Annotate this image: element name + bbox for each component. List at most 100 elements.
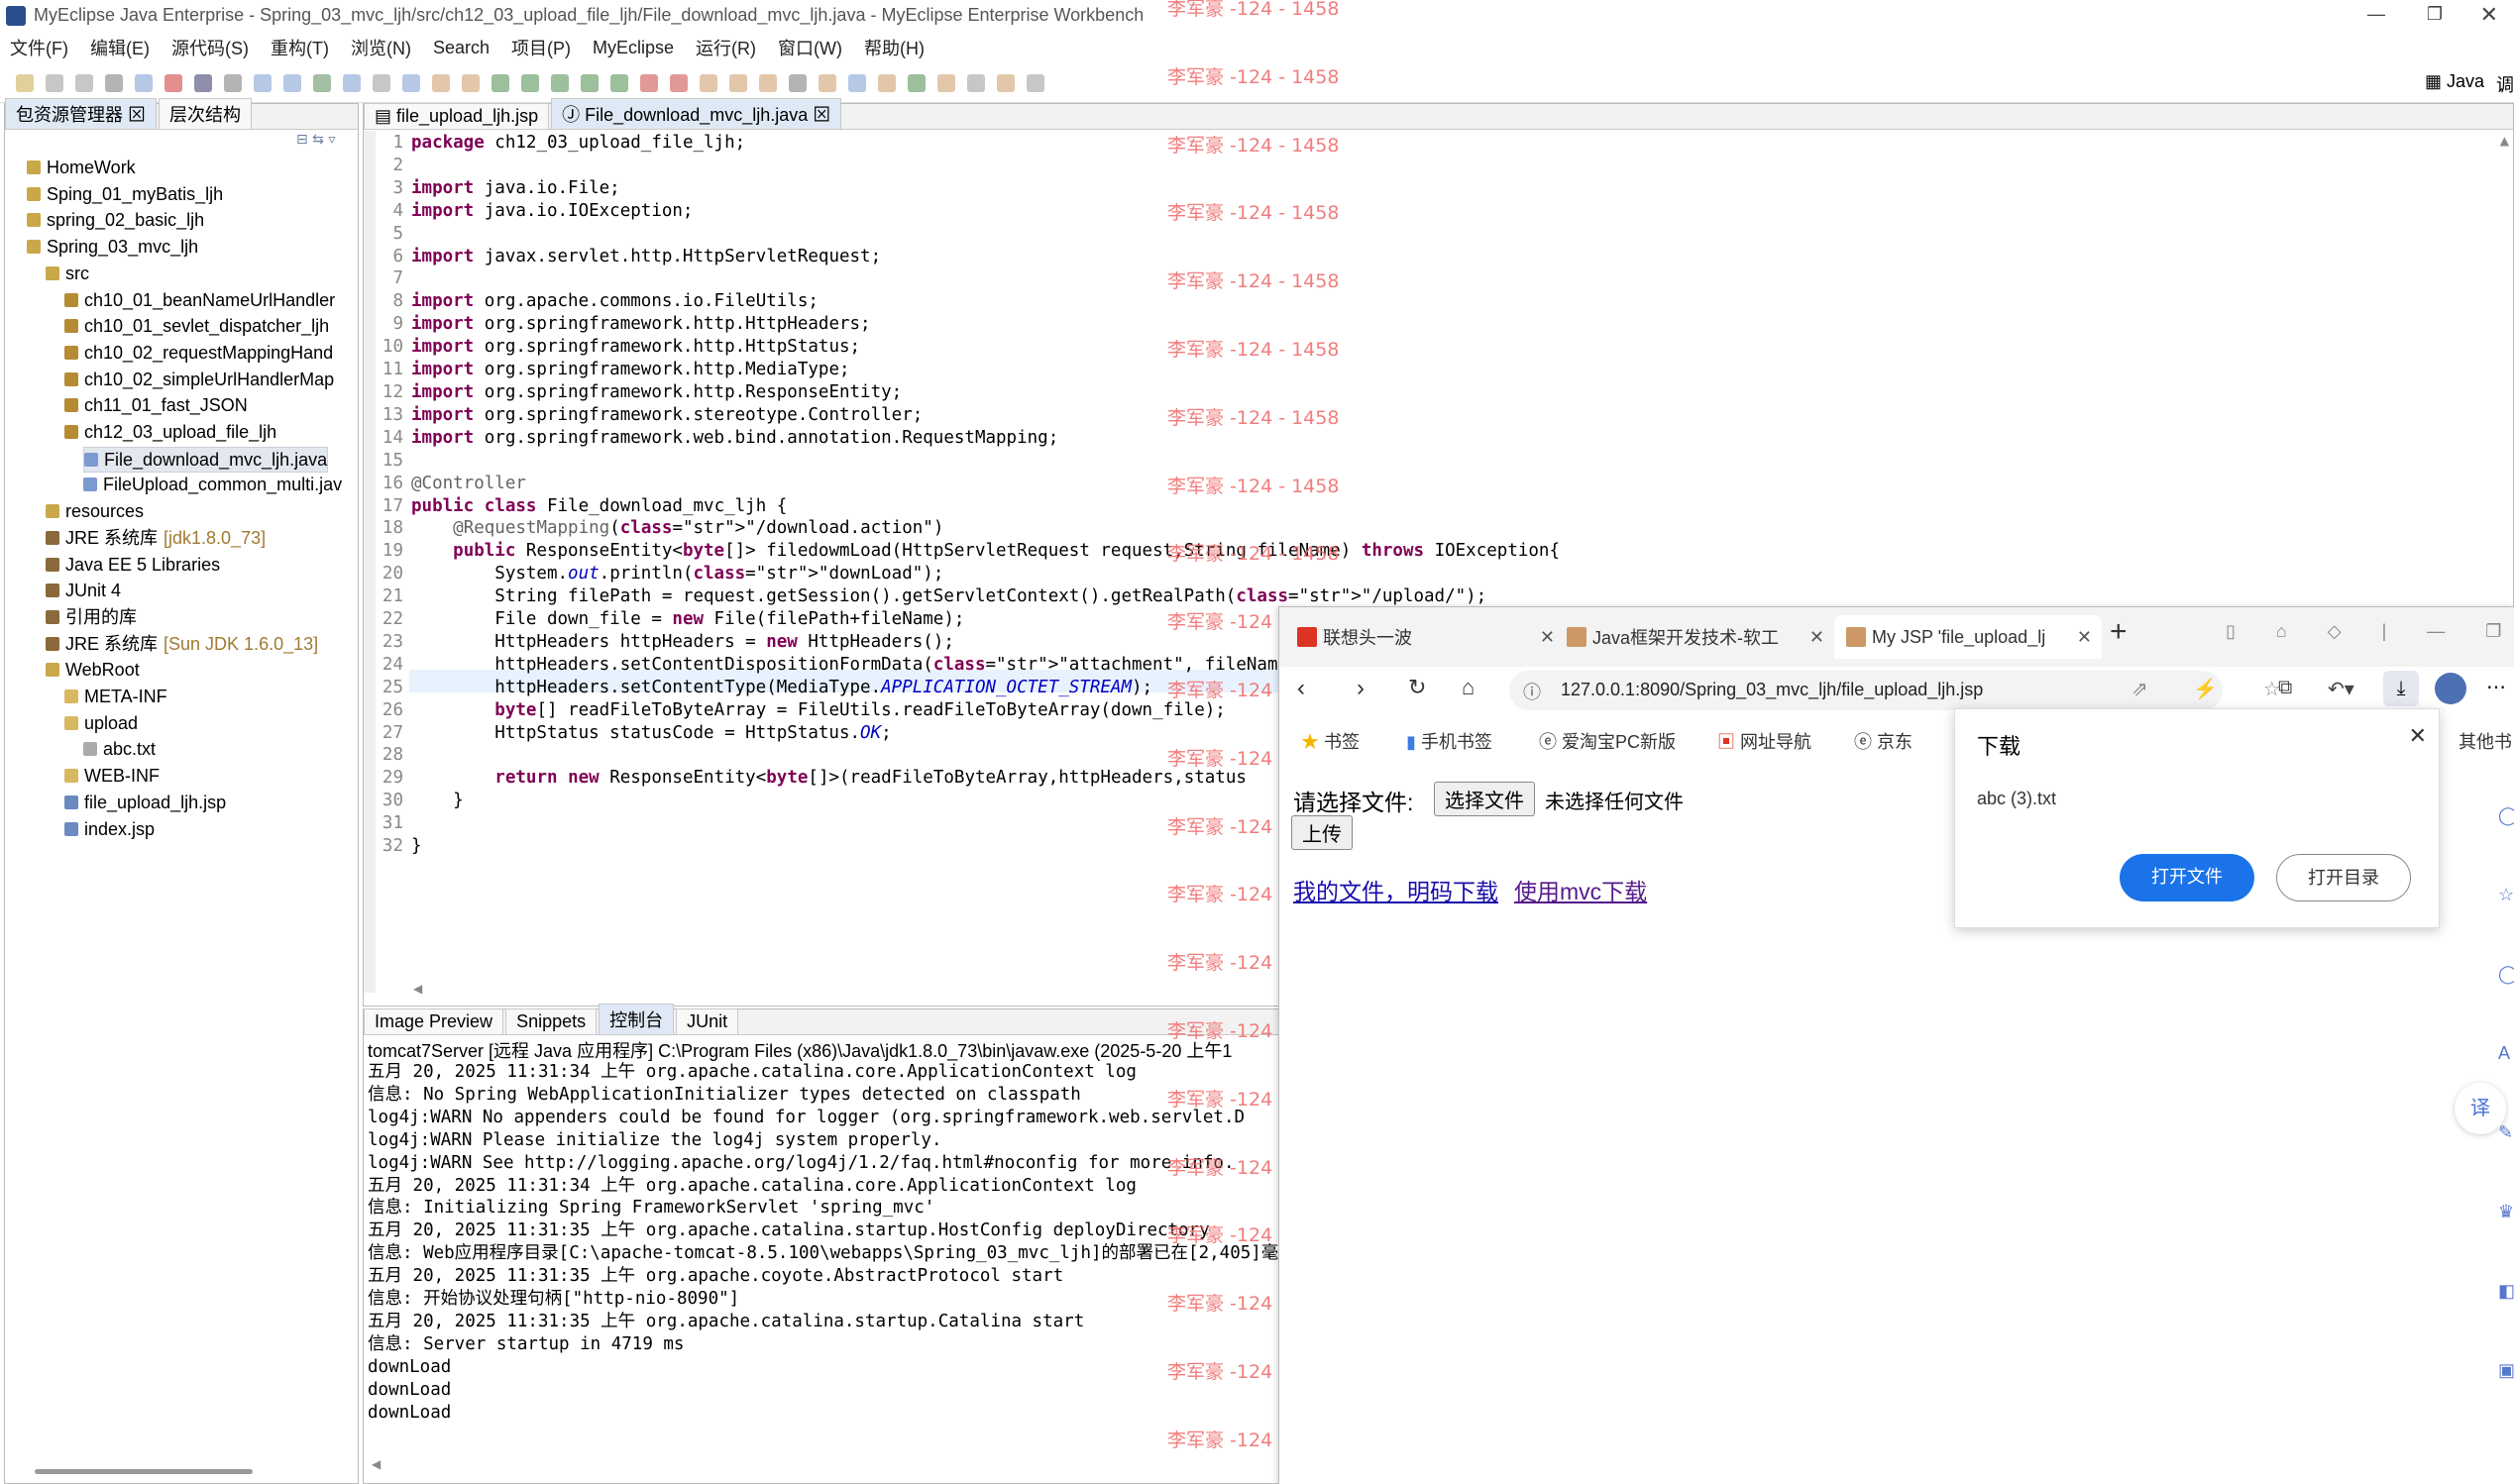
menu-item-8[interactable]: 运行(R)	[696, 35, 756, 60]
toolbar-tool-icon[interactable]	[670, 73, 688, 92]
open-file-button[interactable]: 打开文件	[2120, 854, 2254, 901]
code-line[interactable]: import org.springframework.http.HttpStat…	[411, 336, 1640, 359]
tree-item[interactable]: file_upload_ljh.jsp	[64, 791, 226, 814]
menu-item-3[interactable]: 重构(T)	[271, 35, 329, 60]
tree-item[interactable]: ch10_01_sevlet_dispatcher_ljh	[64, 314, 329, 338]
code-line[interactable]: public class File_download_mvc_ljh {	[411, 495, 1640, 518]
toolbar-tool-icon[interactable]	[224, 73, 242, 92]
home-icon[interactable]: ⌂	[1462, 675, 1475, 700]
code-line[interactable]: import org.springframework.stereotype.Co…	[411, 404, 1640, 427]
code-line[interactable]: import org.springframework.web.bind.anno…	[411, 427, 1640, 450]
download-link-mvc[interactable]: 使用mvc下载	[1514, 873, 1647, 906]
new-tab-icon[interactable]: +	[2110, 615, 2128, 649]
extensions-icon[interactable]: ⧉	[2278, 677, 2292, 699]
toolbar-tool-icon[interactable]	[105, 73, 123, 92]
tree-item[interactable]: upload	[64, 711, 138, 735]
console-output[interactable]: 五月 20, 2025 11:31:34 上午 org.apache.catal…	[368, 1061, 1279, 1425]
toolbar-tool-icon[interactable]	[878, 73, 896, 92]
toolbar-tool-icon[interactable]	[16, 73, 34, 92]
toolbar-tool-icon[interactable]	[789, 73, 807, 92]
code-line[interactable]: package ch12_03_upload_file_ljh;	[411, 132, 1640, 155]
undo-icon[interactable]: ↶▾	[2328, 677, 2354, 701]
toolbar-tool-icon[interactable]	[1027, 73, 1044, 92]
menu-item-6[interactable]: 项目(P)	[511, 35, 571, 60]
download-link-plain[interactable]: 我的文件，明码下载	[1293, 873, 1498, 906]
code-line[interactable]	[411, 267, 1640, 290]
tab-close-icon[interactable]: ✕	[1540, 627, 1555, 648]
tab-close-icon[interactable]: ✕	[2077, 627, 2092, 648]
tree-item[interactable]: 引用的库	[46, 605, 137, 629]
toolbar-tool-icon[interactable]	[46, 73, 63, 92]
toolbar-tool-icon[interactable]	[610, 73, 628, 92]
console-tab-1[interactable]: Snippets	[505, 1008, 598, 1034]
code-line[interactable]: import java.io.File;	[411, 177, 1640, 200]
toolbar-tool-icon[interactable]	[967, 73, 985, 92]
open-folder-button[interactable]: 打开目录	[2276, 854, 2411, 901]
toolbar-tool-icon[interactable]	[700, 73, 717, 92]
toolbar-tool-icon[interactable]	[313, 73, 331, 92]
code-line[interactable]: import org.springframework.http.HttpHead…	[411, 313, 1640, 336]
toolbar-tool-icon[interactable]	[164, 73, 182, 92]
tree-item[interactable]: resources	[46, 499, 144, 523]
menu-item-0[interactable]: 文件(F)	[10, 35, 68, 60]
forward-icon[interactable]: ›	[1357, 675, 1365, 702]
code-line[interactable]	[411, 223, 1640, 246]
bookmark-1[interactable]: ★ 书签	[1301, 728, 1360, 754]
tree-item[interactable]: Spring_03_mvc_ljh	[27, 235, 198, 259]
avatar[interactable]	[2435, 673, 2466, 704]
upload-button[interactable]: 上传	[1291, 815, 1353, 850]
tree-item[interactable]: JRE 系统库 [jdk1.8.0_73]	[46, 526, 266, 550]
menu-item-7[interactable]: MyEclipse	[593, 38, 674, 58]
toolbar-tool-icon[interactable]	[581, 73, 599, 92]
scroll-up-icon[interactable]: ▲	[2500, 134, 2509, 148]
browser-tab-1[interactable]: 联想头一波 ✕	[1297, 615, 1565, 659]
download-close-icon[interactable]: ✕	[2409, 723, 2427, 749]
toolbar-tool-icon[interactable]	[908, 73, 926, 92]
url-text[interactable]: 127.0.0.1:8090/Spring_03_mvc_ljh/file_up…	[1561, 680, 1983, 700]
more-icon[interactable]: ⋯	[2486, 675, 2506, 699]
tree-item[interactable]: META-INF	[64, 685, 167, 708]
tree-item[interactable]: JUnit 4	[46, 579, 121, 602]
bookmark-5[interactable]: ⓔ 京东	[1854, 728, 1913, 754]
address-actions[interactable]: ⇗ ⚡ ☆	[2131, 677, 2301, 701]
toolbar-tool-icon[interactable]	[551, 73, 569, 92]
toolbar-tool-icon[interactable]	[819, 73, 836, 92]
tree-item[interactable]: ch10_02_requestMappingHand	[64, 341, 333, 365]
toolbar-tool-icon[interactable]	[254, 73, 272, 92]
toolbar-tool-icon[interactable]	[937, 73, 955, 92]
code-line[interactable]	[411, 155, 1640, 177]
toolbar-tool-icon[interactable]	[848, 73, 866, 92]
horizontal-scrollbar[interactable]	[35, 1469, 253, 1474]
reload-icon[interactable]: ↻	[1408, 675, 1426, 700]
menu-item-2[interactable]: 源代码(S)	[171, 35, 249, 60]
toolbar-tool-icon[interactable]	[373, 73, 390, 92]
toolbar-tool-icon[interactable]	[283, 73, 301, 92]
browser-tab-3-active[interactable]: My JSP 'file_upload_lj ✕	[1834, 615, 2102, 659]
download-icon[interactable]: ⤓	[2383, 671, 2419, 706]
toolbar-tool-icon[interactable]	[135, 73, 153, 92]
tree-item[interactable]: index.jsp	[64, 817, 155, 841]
code-line[interactable]	[411, 450, 1640, 473]
downloaded-file-name[interactable]: abc (3).txt	[1977, 789, 2056, 809]
toolbar-tool-icon[interactable]	[462, 73, 480, 92]
menu-item-10[interactable]: 帮助(H)	[864, 35, 925, 60]
menu-item-9[interactable]: 窗口(W)	[778, 35, 842, 60]
tree-item[interactable]: Java EE 5 Libraries	[46, 553, 220, 577]
tree-item[interactable]: WEB-INF	[64, 764, 160, 788]
tab-hierarchy[interactable]: 层次结构	[159, 98, 253, 129]
code-line[interactable]: public ResponseEntity<byte[]> filedowmLo…	[411, 540, 1640, 563]
code-line[interactable]: import org.apache.commons.io.FileUtils;	[411, 290, 1640, 313]
code-line[interactable]: @Controller	[411, 473, 1640, 495]
tree-item[interactable]: FileUpload_common_multi.jav	[83, 473, 342, 496]
code-line[interactable]: import org.springframework.http.Response…	[411, 381, 1640, 404]
window-controls[interactable]: ▯ ⌂ ◇ | — ❐	[2226, 621, 2514, 642]
toolbar-tool-icon[interactable]	[759, 73, 777, 92]
maximize-icon[interactable]: ❐	[2427, 4, 2443, 25]
tree-item[interactable]: JRE 系统库 [Sun JDK 1.6.0_13]	[46, 632, 318, 656]
back-icon[interactable]: ‹	[1297, 675, 1305, 702]
code-line[interactable]: String filePath = request.getSession().g…	[411, 585, 1640, 608]
tree-item[interactable]: ch11_01_fast_JSON	[64, 393, 248, 417]
tree-item[interactable]: spring_02_basic_ljh	[27, 208, 204, 232]
tab-file-upload-jsp[interactable]: ▤ file_upload_ljh.jsp	[364, 103, 550, 129]
toolbar-tool-icon[interactable]	[640, 73, 658, 92]
